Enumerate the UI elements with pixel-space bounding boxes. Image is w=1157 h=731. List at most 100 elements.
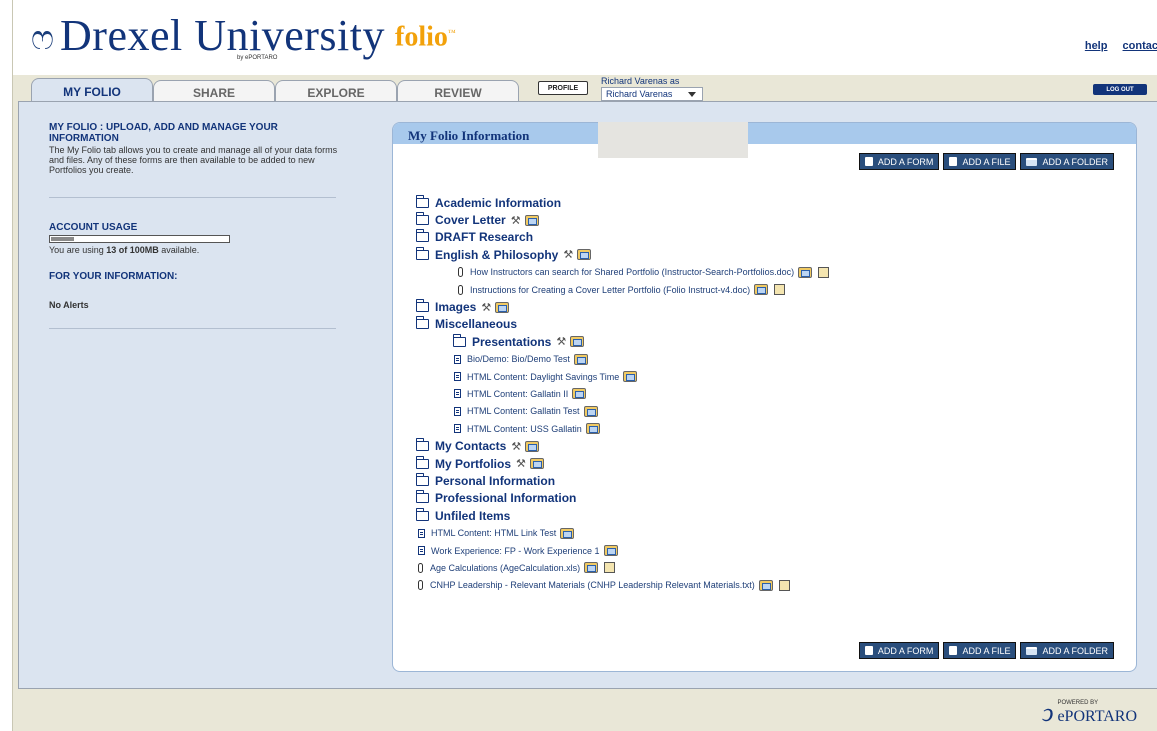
item-row[interactable]: HTML Content: USS Gallatin — [416, 420, 829, 437]
folder-icon — [452, 333, 466, 347]
tools-icon[interactable]: ⚒ — [563, 248, 573, 261]
item-row[interactable]: Work Experience: FP - Work Experience 1 — [416, 542, 829, 559]
folder-label[interactable]: DRAFT Research — [435, 230, 533, 244]
item-label[interactable]: Work Experience: FP - Work Experience 1 — [431, 546, 600, 556]
share-icon[interactable] — [524, 214, 539, 226]
item-label[interactable]: CNHP Leadership - Relevant Materials (CN… — [430, 580, 755, 590]
folder-label[interactable]: Unfiled Items — [435, 509, 510, 523]
download-icon[interactable] — [774, 284, 786, 296]
item-row[interactable]: How Instructors can search for Shared Po… — [416, 264, 830, 281]
logo-name: Drexel University — [60, 11, 385, 60]
share-icon[interactable] — [754, 284, 769, 296]
item-row[interactable]: Instructions for Creating a Cover Letter… — [416, 281, 829, 298]
tools-icon[interactable]: ⚒ — [481, 301, 491, 314]
add-file-button[interactable]: ADD A FILE — [943, 153, 1017, 170]
folder-row[interactable]: Personal Information — [415, 472, 829, 489]
folio-tree: Academic Information Cover Letter ⚒ DRAFT R… — [415, 194, 830, 594]
drexel-logo[interactable]: ෆ Drexel University folio™ — [31, 11, 456, 60]
panel-header-blank — [598, 122, 748, 158]
share-icon[interactable] — [577, 249, 592, 261]
folder-icon — [415, 194, 429, 208]
item-row[interactable]: HTML Content: Daylight Savings Time — [416, 368, 829, 385]
logout-button[interactable]: LOG OUT — [1093, 84, 1147, 95]
add-file-button[interactable]: ADD A FILE — [943, 642, 1017, 659]
folder-label[interactable]: Presentations — [472, 335, 551, 349]
folder-icon — [1026, 646, 1038, 655]
folder-label[interactable]: Images — [435, 300, 476, 314]
item-label[interactable]: Instructions for Creating a Cover Letter… — [470, 285, 750, 295]
tools-icon[interactable]: ⚒ — [556, 335, 566, 348]
folder-label[interactable]: English & Philosophy — [435, 248, 558, 262]
folder-row[interactable]: Unfiled Items — [415, 507, 829, 524]
panel-title: My Folio Information — [408, 128, 530, 143]
tools-icon[interactable]: ⚒ — [511, 214, 521, 227]
share-icon[interactable] — [798, 266, 813, 278]
item-label[interactable]: HTML Content: Gallatin II — [467, 389, 568, 399]
item-label[interactable]: HTML Content: Daylight Savings Time — [467, 372, 619, 382]
item-row[interactable]: HTML Content: Gallatin Test — [416, 403, 829, 420]
item-label[interactable]: Age Calculations (AgeCalculation.xls) — [430, 563, 580, 573]
user-select[interactable]: Richard Varenas — [601, 87, 703, 101]
share-icon[interactable] — [525, 440, 540, 452]
folder-row[interactable]: Presentations ⚒ — [416, 333, 829, 350]
item-row[interactable]: Bio/Demo: Bio/Demo Test — [416, 351, 829, 368]
attachment-icon — [418, 562, 423, 573]
folder-row[interactable]: Images ⚒ — [415, 298, 829, 315]
folder-row[interactable]: English & Philosophy ⚒ — [415, 246, 829, 263]
item-label[interactable]: HTML Content: HTML Link Test — [431, 528, 556, 538]
item-row[interactable]: Age Calculations (AgeCalculation.xls) — [416, 559, 829, 576]
usage-bar-fill — [51, 237, 75, 241]
item-label[interactable]: Bio/Demo: Bio/Demo Test — [467, 354, 570, 364]
share-icon[interactable] — [570, 336, 585, 348]
folder-row[interactable]: Academic Information — [415, 194, 829, 211]
item-row[interactable]: CNHP Leadership - Relevant Materials (CN… — [416, 577, 829, 594]
folder-label[interactable]: My Contacts — [435, 439, 506, 453]
folder-row[interactable]: Miscellaneous — [415, 316, 829, 333]
folder-row[interactable]: DRAFT Research — [415, 229, 829, 246]
add-form-button[interactable]: ADD A FORM — [858, 642, 940, 659]
folder-row[interactable]: Cover Letter ⚒ — [415, 211, 829, 228]
folder-icon — [415, 455, 429, 469]
tools-icon[interactable]: ⚒ — [511, 440, 521, 453]
download-icon[interactable] — [778, 579, 790, 591]
folder-label[interactable]: Miscellaneous — [435, 317, 517, 331]
share-icon[interactable] — [529, 458, 544, 470]
folder-label[interactable]: Personal Information — [435, 474, 555, 488]
share-icon[interactable] — [572, 388, 587, 400]
share-icon[interactable] — [623, 371, 638, 383]
share-icon[interactable] — [495, 301, 510, 313]
main-area: MY FOLIO : UPLOAD, ADD AND MANAGE YOUR I… — [18, 101, 1157, 689]
file-icon — [949, 646, 958, 655]
item-label[interactable]: HTML Content: Gallatin Test — [467, 406, 580, 416]
add-form-button[interactable]: ADD A FORM — [858, 153, 940, 170]
item-label[interactable]: HTML Content: USS Gallatin — [467, 424, 582, 434]
folder-label[interactable]: Cover Letter — [435, 213, 506, 227]
add-folder-button[interactable]: ADD A FOLDER — [1020, 642, 1114, 659]
share-icon[interactable] — [584, 562, 599, 574]
tools-icon[interactable]: ⚒ — [516, 457, 526, 470]
profile-button[interactable]: PROFILE — [538, 81, 588, 95]
item-row[interactable]: HTML Content: Gallatin II — [416, 385, 829, 402]
folder-label[interactable]: Academic Information — [435, 196, 561, 210]
folder-label[interactable]: Professional Information — [435, 491, 576, 505]
share-icon[interactable] — [573, 353, 588, 365]
share-icon[interactable] — [583, 405, 598, 417]
item-row[interactable]: HTML Content: HTML Link Test — [416, 524, 829, 541]
folder-row[interactable]: Professional Information — [415, 490, 829, 507]
download-icon[interactable] — [604, 562, 616, 574]
contact-link[interactable]: contac — [1123, 40, 1157, 52]
folder-icon — [415, 507, 429, 521]
folder-label[interactable]: My Portfolios — [435, 457, 511, 471]
share-icon[interactable] — [603, 545, 618, 556]
dragon-logo-icon: ෆ — [31, 18, 55, 58]
download-icon[interactable] — [818, 266, 830, 278]
folder-row[interactable]: My Portfolios ⚒ — [415, 455, 829, 472]
item-label[interactable]: How Instructors can search for Shared Po… — [470, 267, 794, 277]
help-link[interactable]: help — [1085, 40, 1108, 52]
share-icon[interactable] — [758, 579, 773, 591]
share-icon[interactable] — [585, 423, 600, 435]
sidebar-title: MY FOLIO : UPLOAD, ADD AND MANAGE YOUR I… — [49, 122, 278, 144]
folder-row[interactable]: My Contacts ⚒ — [415, 437, 829, 454]
share-icon[interactable] — [560, 527, 575, 539]
add-folder-button[interactable]: ADD A FOLDER — [1020, 153, 1114, 170]
